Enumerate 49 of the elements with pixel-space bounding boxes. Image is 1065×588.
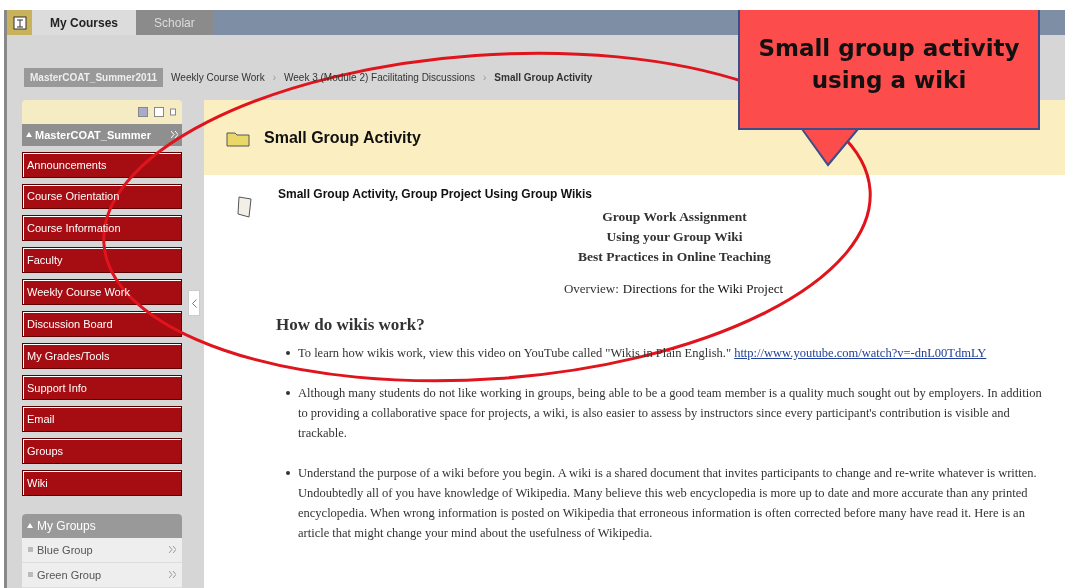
overview-label: Overview: <box>563 281 619 297</box>
overview-text: Directions for the Wiki Project <box>622 281 784 297</box>
grip-icon <box>28 572 33 578</box>
assignment-heading: Group Work Assignment <box>602 208 747 226</box>
double-chevron-icon[interactable] <box>169 546 176 554</box>
callout: Small group activity using a wiki <box>738 10 1040 130</box>
menu-item[interactable]: My Grades/Tools <box>22 342 182 369</box>
menu-item[interactable]: Email <box>22 406 182 433</box>
bullet-text: Although many students do not like working in groups, being able to be a good team member is a quality much sought out by employers. In addition to providing a collaborative space for projects, a wiki, is also easier to assess by instructors since every participant's contribution is visible and trackable. <box>298 386 1042 440</box>
item-title: Small Group Activity, Group Project Using Group Wikis <box>278 187 593 201</box>
section-heading: How do wikis work? <box>276 315 426 335</box>
menu-item[interactable]: Announcements <box>22 151 182 178</box>
separator-icon: › <box>483 71 487 83</box>
window-icon[interactable] <box>154 106 164 117</box>
section-title: My Groups <box>37 519 96 533</box>
bullet-text: Understand the purpose of a wiki before you begin. A wiki is a shared document that invites participants to change and re-write whatever is written. Undoubtedly all of you have knowledge of Wikipedia. Many believe this web encyclopedia is more up to date and more accurate than any printed encyclopedia. When wrong information is posted on Wikipedia that erroneous information is often corrected before many have read it. Here is an article that might change your mind about the usefulness of Wikipedia. <box>298 466 1037 540</box>
collapse-icon[interactable] <box>27 523 33 529</box>
separator-icon: › <box>272 71 276 83</box>
breadcrumb-link[interactable]: Weekly Course Work <box>171 71 265 83</box>
bullet-icon <box>286 391 290 395</box>
assignment-heading: Using your Group Wiki <box>606 228 743 246</box>
grip-icon <box>28 547 33 553</box>
pin-icon[interactable] <box>170 106 176 117</box>
view-icon[interactable] <box>138 106 148 117</box>
bullet-icon <box>286 351 290 355</box>
document-icon <box>236 195 254 219</box>
assignment-heading: Best Practices in Online Teaching <box>578 248 771 266</box>
menu-item[interactable]: Groups <box>22 438 182 465</box>
logo-icon <box>12 15 27 30</box>
menu-item[interactable]: Course Information <box>22 215 182 242</box>
menu-item[interactable]: Weekly Course Work <box>22 279 182 305</box>
collapse-handle[interactable] <box>188 290 200 316</box>
group-link[interactable]: Blue Group <box>37 544 165 556</box>
tab[interactable]: My Courses <box>32 10 137 35</box>
double-chevron-icon[interactable] <box>169 571 176 579</box>
menu-item[interactable]: Faculty <box>22 247 182 274</box>
video-link[interactable]: http://www.youtube.com/watch?v=-dnL00TdmLY <box>734 346 987 360</box>
group-link[interactable]: Green Group <box>37 569 165 581</box>
menu-item[interactable]: Support Info <box>22 374 182 401</box>
page-title: Small Group Activity <box>264 128 421 147</box>
callout-pointer <box>801 128 859 167</box>
menu-item[interactable]: Wiki <box>22 470 182 496</box>
chevron-left-icon <box>191 298 197 308</box>
collapse-icon[interactable] <box>26 132 32 138</box>
course-title: MasterCOAT_Summer <box>35 128 152 141</box>
bullet-icon <box>286 471 290 475</box>
breadcrumb-link[interactable]: Small Group Activity <box>494 71 593 83</box>
menu-item[interactable]: Course Orientation <box>22 183 182 210</box>
menu-item[interactable]: Discussion Board <box>22 310 182 337</box>
